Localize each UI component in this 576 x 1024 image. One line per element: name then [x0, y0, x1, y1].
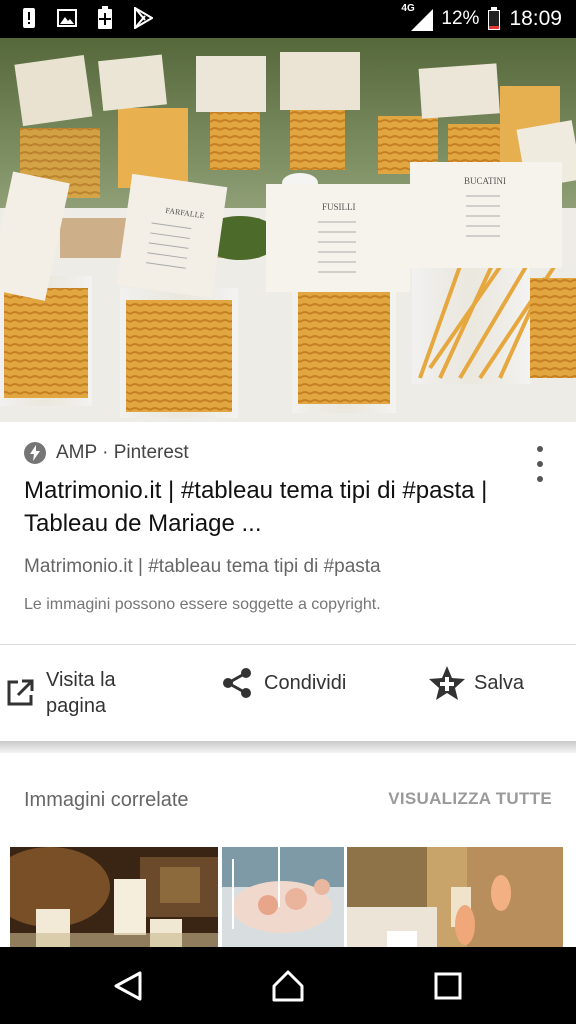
battery-percent: 12%: [441, 8, 480, 29]
related-thumbnails: [10, 847, 576, 947]
hero-image[interactable]: FARFALLE FUSILLI BUCATINI: [0, 38, 576, 422]
visit-page-button[interactable]: Visita la pagina: [4, 667, 116, 719]
play-store-icon: [132, 7, 154, 29]
share-icon: [223, 668, 251, 698]
section-shadow: [0, 741, 576, 753]
visit-label-line2: pagina: [46, 695, 107, 717]
signal-icon: 4G: [401, 3, 434, 31]
back-button[interactable]: [88, 947, 168, 1024]
battery-icon: [488, 7, 501, 30]
more-vert-icon: [537, 446, 543, 452]
view-all-button[interactable]: VISUALIZZA TUTTE: [388, 789, 552, 809]
recents-button[interactable]: [408, 947, 488, 1024]
star-add-icon: [429, 666, 465, 700]
related-thumbnail[interactable]: [10, 847, 218, 947]
result-subtitle: Matrimonio.it | #tableau tema tipi di #p…: [24, 556, 381, 577]
related-thumbnail[interactable]: [222, 847, 344, 947]
back-icon: [114, 971, 142, 1000]
clock: 18:09: [509, 7, 562, 30]
share-button[interactable]: Condividi: [220, 667, 346, 699]
save-button[interactable]: Salva: [428, 666, 525, 700]
navigation-bar: [0, 947, 576, 1024]
save-label: Salva: [474, 671, 525, 694]
battery-saver-icon: [94, 6, 116, 29]
related-thumbnail[interactable]: [347, 847, 563, 947]
status-bar: 4G 12% 18:09: [0, 0, 576, 38]
source-label: AMP · Pinterest: [56, 442, 189, 463]
home-icon: [272, 970, 304, 1001]
result-source[interactable]: AMP · Pinterest: [24, 442, 189, 464]
image-icon: [56, 7, 78, 29]
action-bar: Visita la pagina Condividi Salva: [0, 645, 576, 741]
home-button[interactable]: [248, 947, 328, 1024]
result-title[interactable]: Matrimonio.it | #tableau tema tipi di #p…: [24, 474, 524, 540]
copyright-notice: Le immagini possono essere soggette a co…: [24, 596, 381, 613]
placard-bucatini: BUCATINI: [464, 176, 506, 186]
related-section: Immagini correlate VISUALIZZA TUTTE: [0, 753, 576, 947]
more-options-button[interactable]: [530, 446, 550, 482]
amp-lightning-icon: [24, 442, 46, 464]
placard-fusilli: FUSILLI: [322, 202, 356, 212]
recents-icon: [434, 972, 462, 999]
related-title: Immagini correlate: [24, 789, 189, 811]
open-in-new-icon: [7, 679, 34, 706]
alert-icon: [18, 7, 40, 29]
visit-label-line1: Visita la: [46, 669, 116, 691]
result-card: AMP · Pinterest Matrimonio.it | #tableau…: [0, 422, 576, 644]
share-label: Condividi: [264, 671, 347, 694]
